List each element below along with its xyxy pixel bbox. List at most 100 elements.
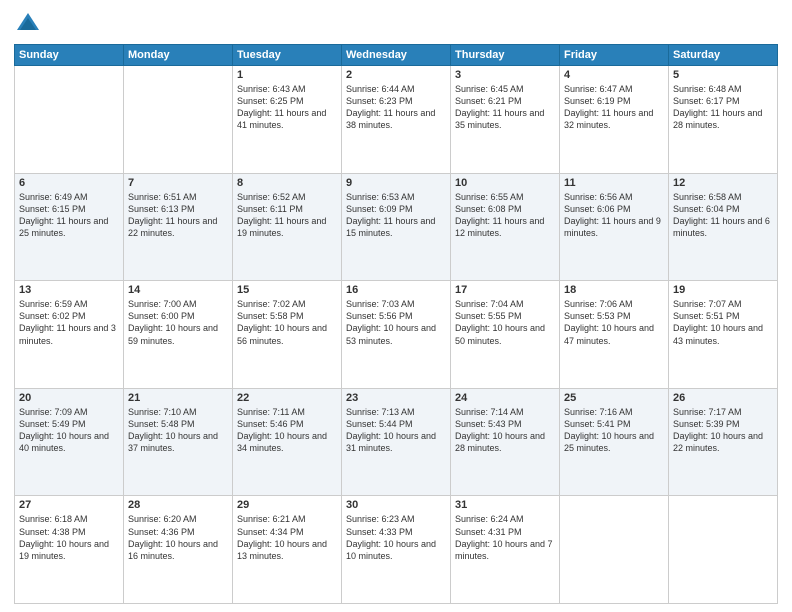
day-number: 30 — [346, 499, 446, 511]
day-info: Sunrise: 7:06 AM Sunset: 5:53 PM Dayligh… — [564, 298, 664, 347]
day-cell: 2 Sunrise: 6:44 AM Sunset: 6:23 PM Daylig… — [342, 66, 451, 174]
day-cell: 17 Sunrise: 7:04 AM Sunset: 5:55 PM Dayli… — [451, 281, 560, 389]
day-info: Sunrise: 7:00 AM Sunset: 6:00 PM Dayligh… — [128, 298, 228, 347]
day-info: Sunrise: 7:02 AM Sunset: 5:58 PM Dayligh… — [237, 298, 337, 347]
header-friday: Friday — [560, 45, 669, 66]
day-info: Sunrise: 7:10 AM Sunset: 5:48 PM Dayligh… — [128, 406, 228, 455]
day-info: Sunrise: 6:49 AM Sunset: 6:15 PM Dayligh… — [19, 191, 119, 240]
day-cell: 11 Sunrise: 6:56 AM Sunset: 6:06 PM Dayli… — [560, 173, 669, 281]
day-number: 16 — [346, 284, 446, 296]
day-info: Sunrise: 7:07 AM Sunset: 5:51 PM Dayligh… — [673, 298, 773, 347]
week-row-0: 1 Sunrise: 6:43 AM Sunset: 6:25 PM Daylig… — [15, 66, 778, 174]
day-number: 3 — [455, 69, 555, 81]
day-cell: 23 Sunrise: 7:13 AM Sunset: 5:44 PM Dayli… — [342, 388, 451, 496]
calendar-header: SundayMondayTuesdayWednesdayThursdayFrid… — [15, 45, 778, 66]
header-wednesday: Wednesday — [342, 45, 451, 66]
calendar-table: SundayMondayTuesdayWednesdayThursdayFrid… — [14, 44, 778, 604]
calendar-body: 1 Sunrise: 6:43 AM Sunset: 6:25 PM Daylig… — [15, 66, 778, 604]
day-info: Sunrise: 6:59 AM Sunset: 6:02 PM Dayligh… — [19, 298, 119, 347]
day-cell: 9Sunrise: 6:53 AM Sunset: 6:09 PM Daylig… — [342, 173, 451, 281]
day-cell — [124, 66, 233, 174]
day-cell — [669, 496, 778, 604]
header-thursday: Thursday — [451, 45, 560, 66]
day-number: 12 — [673, 177, 773, 189]
day-info: Sunrise: 7:04 AM Sunset: 5:55 PM Dayligh… — [455, 298, 555, 347]
day-number: 10 — [455, 177, 555, 189]
day-number: 9 — [346, 177, 446, 189]
day-number: 1 — [237, 69, 337, 81]
day-number: 17 — [455, 284, 555, 296]
day-cell: 6 Sunrise: 6:49 AM Sunset: 6:15 PM Daylig… — [15, 173, 124, 281]
day-cell: 15 Sunrise: 7:02 AM Sunset: 5:58 PM Dayli… — [233, 281, 342, 389]
day-number: 19 — [673, 284, 773, 296]
day-number: 25 — [564, 392, 664, 404]
day-info: Sunrise: 6:24 AM Sunset: 4:31 PM Dayligh… — [455, 513, 555, 562]
day-cell: 28Sunrise: 6:20 AM Sunset: 4:36 PM Dayli… — [124, 496, 233, 604]
week-row-1: 6 Sunrise: 6:49 AM Sunset: 6:15 PM Daylig… — [15, 173, 778, 281]
day-cell: 14Sunrise: 7:00 AM Sunset: 6:00 PM Dayli… — [124, 281, 233, 389]
day-number: 28 — [128, 499, 228, 511]
day-info: Sunrise: 6:23 AM Sunset: 4:33 PM Dayligh… — [346, 513, 446, 562]
day-cell: 26 Sunrise: 7:17 AM Sunset: 5:39 PM Dayli… — [669, 388, 778, 496]
day-cell — [560, 496, 669, 604]
header-saturday: Saturday — [669, 45, 778, 66]
day-cell: 19 Sunrise: 7:07 AM Sunset: 5:51 PM Dayli… — [669, 281, 778, 389]
day-number: 7 — [128, 177, 228, 189]
day-number: 24 — [455, 392, 555, 404]
day-number: 31 — [455, 499, 555, 511]
day-info: Sunrise: 6:43 AM Sunset: 6:25 PM Dayligh… — [237, 83, 337, 132]
day-number: 13 — [19, 284, 119, 296]
day-info: Sunrise: 6:48 AM Sunset: 6:17 PM Dayligh… — [673, 83, 773, 132]
header — [14, 10, 778, 38]
day-number: 6 — [19, 177, 119, 189]
day-number: 23 — [346, 392, 446, 404]
day-cell: 29Sunrise: 6:21 AM Sunset: 4:34 PM Dayli… — [233, 496, 342, 604]
day-cell: 18 Sunrise: 7:06 AM Sunset: 5:53 PM Dayli… — [560, 281, 669, 389]
day-number: 11 — [564, 177, 664, 189]
day-number: 15 — [237, 284, 337, 296]
day-info: Sunrise: 7:09 AM Sunset: 5:49 PM Dayligh… — [19, 406, 119, 455]
day-cell: 27 Sunrise: 6:18 AM Sunset: 4:38 PM Dayli… — [15, 496, 124, 604]
day-info: Sunrise: 7:14 AM Sunset: 5:43 PM Dayligh… — [455, 406, 555, 455]
day-number: 5 — [673, 69, 773, 81]
header-sunday: Sunday — [15, 45, 124, 66]
day-info: Sunrise: 6:56 AM Sunset: 6:06 PM Dayligh… — [564, 191, 664, 240]
day-info: Sunrise: 6:18 AM Sunset: 4:38 PM Dayligh… — [19, 513, 119, 562]
day-cell: 25 Sunrise: 7:16 AM Sunset: 5:41 PM Dayli… — [560, 388, 669, 496]
header-tuesday: Tuesday — [233, 45, 342, 66]
day-number: 27 — [19, 499, 119, 511]
day-number: 26 — [673, 392, 773, 404]
day-info: Sunrise: 7:13 AM Sunset: 5:44 PM Dayligh… — [346, 406, 446, 455]
day-info: Sunrise: 6:55 AM Sunset: 6:08 PM Dayligh… — [455, 191, 555, 240]
day-cell: 12 Sunrise: 6:58 AM Sunset: 6:04 PM Dayli… — [669, 173, 778, 281]
day-cell: 5 Sunrise: 6:48 AM Sunset: 6:17 PM Daylig… — [669, 66, 778, 174]
day-info: Sunrise: 6:44 AM Sunset: 6:23 PM Dayligh… — [346, 83, 446, 132]
day-cell: 24 Sunrise: 7:14 AM Sunset: 5:43 PM Dayli… — [451, 388, 560, 496]
day-cell: 13 Sunrise: 6:59 AM Sunset: 6:02 PM Dayli… — [15, 281, 124, 389]
day-cell: 1 Sunrise: 6:43 AM Sunset: 6:25 PM Daylig… — [233, 66, 342, 174]
day-number: 2 — [346, 69, 446, 81]
day-info: Sunrise: 7:03 AM Sunset: 5:56 PM Dayligh… — [346, 298, 446, 347]
page: SundayMondayTuesdayWednesdayThursdayFrid… — [0, 0, 792, 612]
day-info: Sunrise: 6:52 AM Sunset: 6:11 PM Dayligh… — [237, 191, 337, 240]
day-cell — [15, 66, 124, 174]
day-cell: 3Sunrise: 6:45 AM Sunset: 6:21 PM Daylig… — [451, 66, 560, 174]
logo-icon — [14, 10, 42, 38]
day-cell: 31 Sunrise: 6:24 AM Sunset: 4:31 PM Dayli… — [451, 496, 560, 604]
day-info: Sunrise: 6:21 AM Sunset: 4:34 PM Dayligh… — [237, 513, 337, 562]
day-info: Sunrise: 6:58 AM Sunset: 6:04 PM Dayligh… — [673, 191, 773, 240]
day-number: 22 — [237, 392, 337, 404]
day-cell: 10 Sunrise: 6:55 AM Sunset: 6:08 PM Dayli… — [451, 173, 560, 281]
day-cell: 22Sunrise: 7:11 AM Sunset: 5:46 PM Dayli… — [233, 388, 342, 496]
week-row-4: 27 Sunrise: 6:18 AM Sunset: 4:38 PM Dayli… — [15, 496, 778, 604]
day-number: 21 — [128, 392, 228, 404]
day-info: Sunrise: 6:47 AM Sunset: 6:19 PM Dayligh… — [564, 83, 664, 132]
week-row-2: 13 Sunrise: 6:59 AM Sunset: 6:02 PM Dayli… — [15, 281, 778, 389]
day-number: 18 — [564, 284, 664, 296]
day-info: Sunrise: 7:16 AM Sunset: 5:41 PM Dayligh… — [564, 406, 664, 455]
day-info: Sunrise: 6:51 AM Sunset: 6:13 PM Dayligh… — [128, 191, 228, 240]
day-cell: 4Sunrise: 6:47 AM Sunset: 6:19 PM Daylig… — [560, 66, 669, 174]
day-info: Sunrise: 7:17 AM Sunset: 5:39 PM Dayligh… — [673, 406, 773, 455]
day-cell: 30 Sunrise: 6:23 AM Sunset: 4:33 PM Dayli… — [342, 496, 451, 604]
day-cell: 8Sunrise: 6:52 AM Sunset: 6:11 PM Daylig… — [233, 173, 342, 281]
